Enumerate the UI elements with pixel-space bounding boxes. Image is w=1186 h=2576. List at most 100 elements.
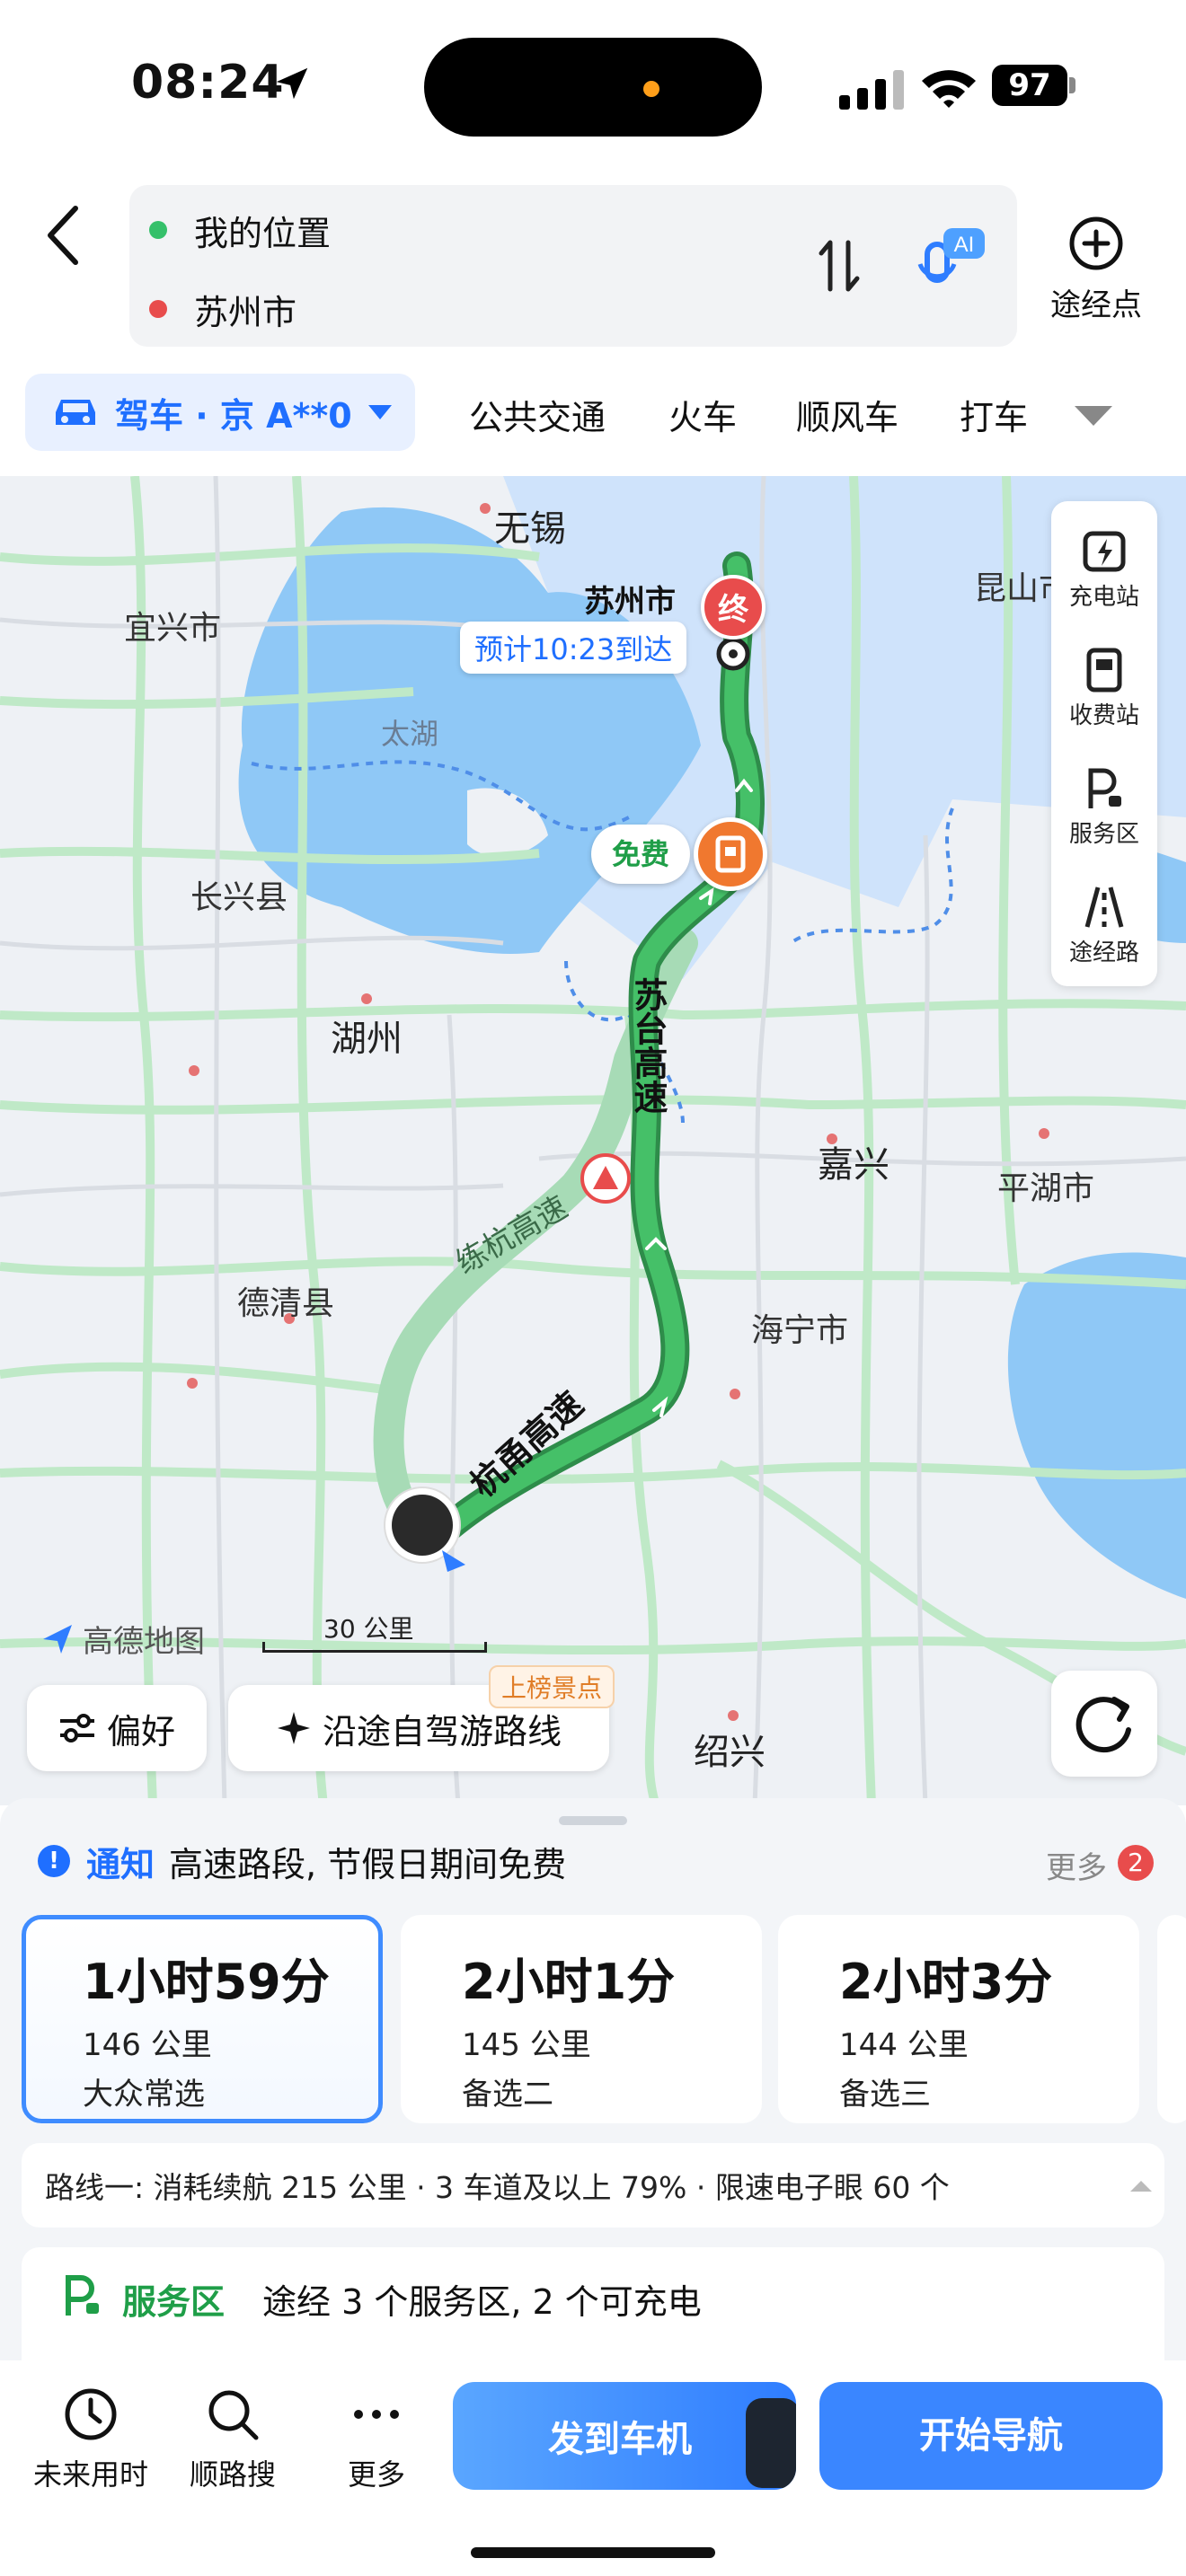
amap-logo: 高德地图 — [40, 1617, 205, 1661]
refresh-button[interactable] — [1051, 1671, 1157, 1777]
layer-toll-station[interactable]: 收费站 — [1051, 629, 1157, 745]
swap-icon[interactable] — [812, 230, 866, 302]
layer-label: 充电站 — [1068, 584, 1139, 611]
notice-bar[interactable]: ! 通知 高速路段, 节假日期间免费 更多 2 — [0, 1832, 1186, 1890]
start-navigation-button[interactable]: 开始导航 — [819, 2382, 1163, 2490]
caret-up-icon — [1130, 2181, 1152, 2192]
amap-logo-icon — [43, 1624, 72, 1654]
origin-row[interactable]: 我的位置 — [149, 203, 331, 257]
tab-drive[interactable]: 驾车 · 京 A**0 — [25, 374, 415, 451]
route-input-box[interactable]: 我的位置 苏州市 — [129, 185, 1017, 347]
service-area-text: 途经 3 个服务区, 2 个可充电 — [262, 2282, 702, 2322]
route-option-2[interactable]: 2小时1分 145 公里 备选二 — [401, 1915, 762, 2123]
service-area-tag: 服务区 — [122, 2282, 226, 2322]
map-label-suzhou: 苏州市 — [584, 584, 676, 620]
drive-tab-label: 驾车 · 京 A**0 — [115, 395, 352, 436]
sheet-grabber[interactable] — [559, 1816, 627, 1825]
toll-station-marker[interactable] — [694, 817, 767, 891]
destination-text: 苏州市 — [194, 292, 297, 332]
more-button[interactable]: 更多 — [309, 2386, 444, 2493]
more-modes-icon[interactable] — [1073, 402, 1114, 429]
back-button[interactable] — [38, 199, 92, 271]
status-time: 08:24 — [131, 56, 285, 110]
layer-service-area[interactable]: 服务区 — [1051, 747, 1157, 864]
service-area-bar[interactable]: 服务区 途经 3 个服务区, 2 个可充电 — [22, 2247, 1164, 2364]
map-label-shaoxing: 绍兴 — [694, 1732, 766, 1773]
info-icon: ! — [38, 1845, 70, 1877]
destination-dot-icon — [149, 300, 167, 318]
toll-station-icon — [715, 835, 746, 873]
send-to-car-label: 发到车机 — [548, 2419, 692, 2460]
amap-brand: 高德地图 — [83, 1624, 205, 1660]
layer-charging-station[interactable]: 充电站 — [1051, 510, 1157, 627]
battery-level: 97 — [992, 65, 1067, 106]
bottom-item-label: 未来用时 — [32, 2457, 148, 2492]
route-distance: 144 公里 — [839, 2027, 969, 2063]
map-view[interactable]: 无锡 宜兴市 苏州市 昆山市 太湖 长兴县 湖州 嘉兴 平湖市 德清县 海宁市 … — [0, 476, 1186, 1805]
map-label-taihu: 太湖 — [381, 717, 439, 751]
destination-row[interactable]: 苏州市 — [149, 282, 296, 336]
bottom-action-bar: 未来用时 顺路搜 更多 发到车机 开始导航 — [0, 2360, 1186, 2576]
route-tag: 大众常选 — [83, 2077, 205, 2113]
map-canvas[interactable] — [0, 476, 1186, 1805]
wifi-icon — [922, 70, 976, 108]
tab-train[interactable]: 火车 — [668, 390, 737, 439]
search-icon — [208, 2390, 259, 2440]
free-toll-tag[interactable]: 免费 — [591, 825, 690, 884]
tab-taxi[interactable]: 打车 — [960, 390, 1028, 439]
scale-bar: 30 公里 — [262, 1610, 487, 1653]
future-time-button[interactable]: 未来用时 — [23, 2386, 158, 2493]
car-icon — [56, 400, 95, 425]
charging-icon — [1083, 531, 1126, 572]
plus-circle-icon — [1069, 216, 1123, 270]
route-option-more[interactable] — [1157, 1915, 1186, 2123]
road-icon — [1084, 887, 1124, 928]
end-marker[interactable]: 终 — [701, 575, 766, 640]
dynamic-island — [424, 38, 762, 137]
route-detail-bar[interactable]: 路线一: 消耗续航 215 公里 · 3 车道及以上 79% · 限速电子眼 6… — [22, 2143, 1164, 2228]
route-distance: 146 公里 — [83, 2027, 212, 2063]
toll-booth-icon — [1086, 648, 1122, 693]
tab-carpool[interactable]: 顺风车 — [796, 390, 898, 439]
map-label-huzhou: 湖州 — [331, 1019, 403, 1060]
tab-public-transit[interactable]: 公共交通 — [469, 390, 606, 439]
route-time: 2小时3分 — [839, 1954, 1053, 2010]
chevron-down-icon — [367, 405, 392, 419]
refresh-icon — [1075, 1697, 1131, 1753]
map-label-yixing: 宜兴市 — [124, 610, 222, 647]
voice-ai-icon[interactable]: AI — [916, 223, 988, 302]
location-arrow-icon — [276, 67, 308, 100]
mode-tabs: 驾车 · 京 A**0 公共交通 火车 顺风车 打车 — [0, 370, 1186, 456]
search-along-button[interactable]: 顺路搜 — [165, 2386, 300, 2493]
road-label-sutai: 苏台高速 — [628, 977, 668, 1114]
layer-via-road[interactable]: 途经路 — [1051, 866, 1157, 983]
sliders-icon — [59, 1714, 94, 1742]
map-label-wuxi: 无锡 — [494, 508, 566, 550]
add-waypoint-button[interactable]: 途经点 — [1042, 208, 1150, 325]
layer-label: 收费站 — [1068, 702, 1139, 729]
notice-tag: 通知 — [86, 1844, 155, 1884]
origin-text: 我的位置 — [194, 213, 332, 253]
scale-line — [262, 1642, 487, 1653]
layer-label: 途经路 — [1068, 940, 1139, 966]
route-option-3[interactable]: 2小时3分 144 公里 备选三 — [778, 1915, 1139, 2123]
preference-button[interactable]: 偏好 — [27, 1685, 207, 1771]
map-label-deqing: 德清县 — [237, 1285, 335, 1322]
service-area-icon — [66, 2275, 99, 2316]
route-option-1[interactable]: 1小时59分 146 公里 大众常选 — [22, 1915, 383, 2123]
notice-text: 高速路段, 节假日期间免费 — [169, 1844, 567, 1884]
send-to-car-button[interactable]: 发到车机 — [453, 2382, 796, 2490]
battery-tip — [1069, 77, 1075, 93]
sparkle-icon — [277, 1712, 310, 1744]
more-dots-icon — [354, 2410, 399, 2419]
hot-attractions-tag: 上榜景点 — [489, 1665, 615, 1708]
eta-tag: 预计10:23到达 — [460, 622, 687, 674]
route-tag: 备选二 — [462, 2077, 553, 2113]
notice-more[interactable]: 更多 — [1046, 1843, 1107, 1887]
parking-cup-icon — [1088, 768, 1121, 808]
ai-badge: AI — [954, 233, 975, 257]
waypoint-label: 途经点 — [1050, 287, 1142, 323]
bottom-item-label: 顺路搜 — [189, 2457, 276, 2492]
route-detail-text: 路线一: 消耗续航 215 公里 · 3 车道及以上 79% · 限速电子眼 6… — [45, 2170, 950, 2205]
status-bar: 08:24 97 — [0, 0, 1186, 171]
